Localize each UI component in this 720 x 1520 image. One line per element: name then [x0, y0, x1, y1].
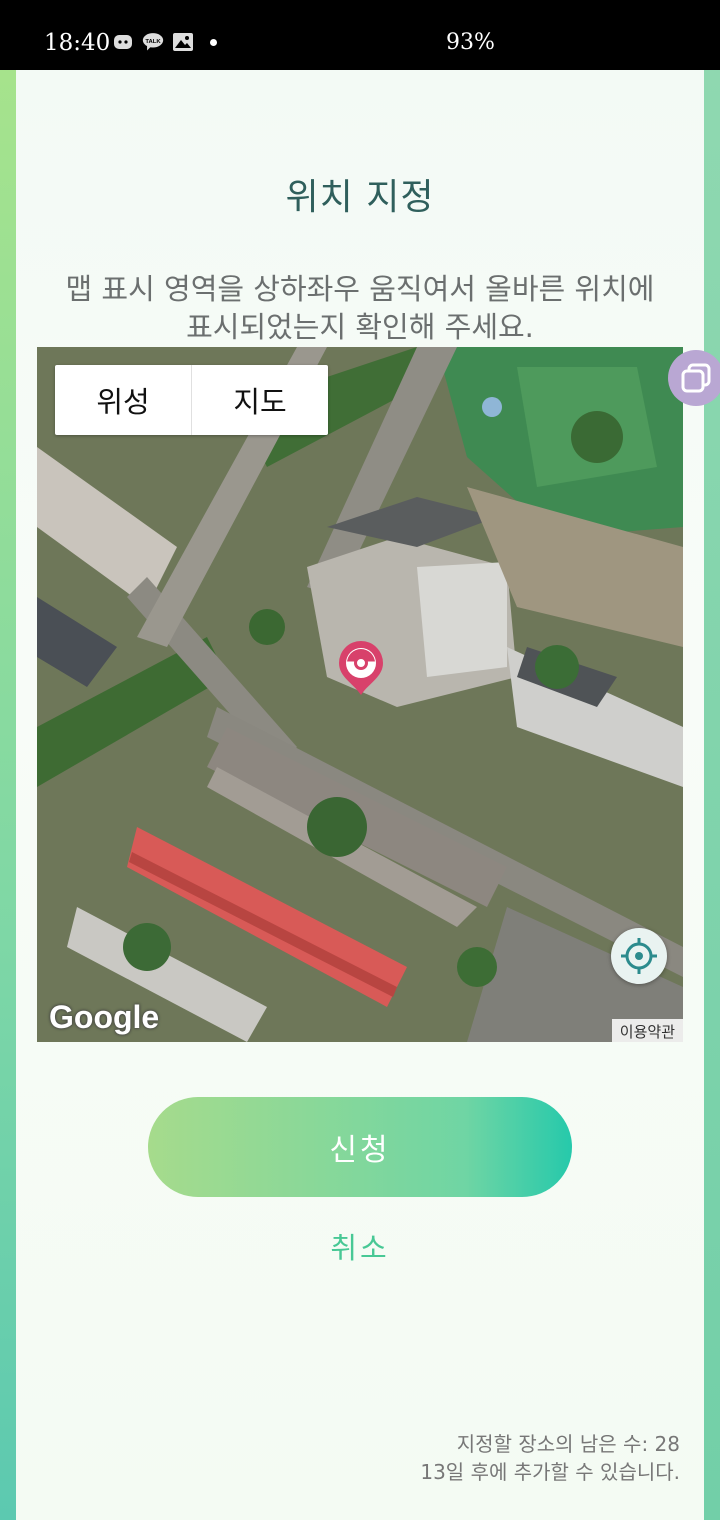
- crosshair-icon: [621, 938, 657, 974]
- game-controller-icon: [112, 32, 134, 52]
- instruction-text: 맵 표시 영역을 상하좌우 움직여서 올바른 위치에 표시되었는지 확인해 주세…: [30, 270, 690, 346]
- map-type-toggle: 위성 지도: [55, 365, 328, 435]
- google-logo: Google: [49, 999, 160, 1035]
- satellite-map[interactable]: 위성 지도 Google 이용약관: [37, 347, 683, 1042]
- window-copy-icon: [681, 363, 711, 393]
- status-time: 18:40: [44, 30, 111, 56]
- cancel-button[interactable]: 취소: [0, 1225, 720, 1267]
- instruction-line-1: 맵 표시 영역을 상하좌우 움직여서 올바른 위치에: [65, 272, 655, 306]
- status-icons: TALK: [112, 32, 217, 52]
- left-frame: [0, 70, 16, 1520]
- terms-of-use-link[interactable]: 이용약관: [611, 1019, 683, 1042]
- gallery-icon: [172, 32, 194, 52]
- notification-dot-icon: [210, 38, 217, 46]
- right-frame: [704, 70, 720, 1520]
- submit-button[interactable]: 신청: [148, 1097, 572, 1197]
- page-title: 위치 지정: [285, 177, 435, 218]
- battery-level: 93%: [446, 30, 495, 55]
- floating-window-bubble[interactable]: [668, 350, 720, 406]
- map-type-satellite-button[interactable]: 위성: [55, 365, 191, 435]
- kakaotalk-icon: TALK: [142, 32, 164, 52]
- svg-text:TALK: TALK: [145, 39, 161, 45]
- map-type-map-button[interactable]: 지도: [191, 365, 328, 435]
- next-available-text: 13일 후에 추가할 수 있습니다.: [420, 1460, 680, 1484]
- recenter-location-button[interactable]: [611, 928, 667, 984]
- location-pin-icon[interactable]: [337, 641, 385, 697]
- remaining-count-text: 지정할 장소의 남은 수: 28: [456, 1432, 680, 1456]
- status-bar: 18:40 TALK 93%: [0, 0, 720, 70]
- instruction-line-2: 표시되었는지 확인해 주세요.: [186, 310, 534, 344]
- remaining-info: 지정할 장소의 남은 수: 28 13일 후에 추가할 수 있습니다.: [420, 1430, 680, 1486]
